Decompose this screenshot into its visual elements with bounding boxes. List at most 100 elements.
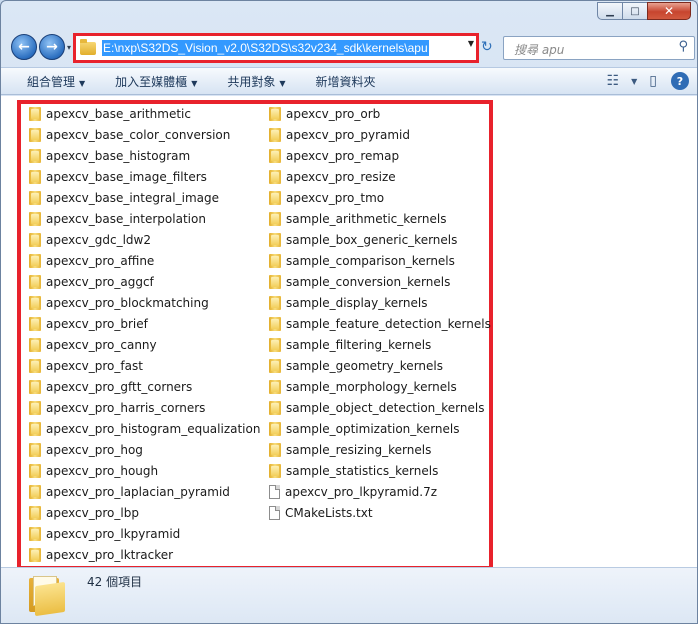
arrow-right-icon: → [46, 39, 58, 55]
explorer-window: ▁ □ ✕ ← → ▾ E:\nxp\S32DS_Vision_v2.0\S32… [0, 0, 698, 624]
file-list-item[interactable]: apexcv_pro_hog [29, 439, 260, 460]
file-list-item[interactable]: sample_morphology_kernels [269, 376, 491, 397]
folder-icon [269, 169, 281, 184]
forward-button[interactable]: → [39, 34, 65, 60]
file-name: sample_comparison_kernels [286, 253, 455, 268]
folder-icon [29, 295, 41, 310]
file-list-item[interactable]: apexcv_pro_aggcf [29, 271, 260, 292]
folder-icon [29, 358, 41, 373]
file-list-item[interactable]: sample_conversion_kernels [269, 271, 491, 292]
file-name: apexcv_pro_hog [46, 442, 143, 457]
file-list-item[interactable]: apexcv_pro_lktracker [29, 544, 260, 565]
folder-icon [29, 274, 41, 289]
file-list-item[interactable]: sample_object_detection_kernels [269, 397, 491, 418]
file-name: apexcv_pro_fast [46, 358, 143, 373]
view-options-icon[interactable]: ☷ [607, 73, 620, 89]
folder-icon [29, 316, 41, 331]
refresh-icon[interactable]: ↻ [481, 39, 493, 55]
chevron-down-icon[interactable]: ▼ [631, 77, 637, 86]
file-list-item[interactable]: apexcv_pro_gftt_corners [29, 376, 260, 397]
folder-icon [269, 253, 281, 268]
file-list-item[interactable]: apexcv_pro_pyramid [269, 124, 491, 145]
file-list-item[interactable]: apexcv_pro_resize [269, 166, 491, 187]
file-list-item[interactable]: apexcv_pro_histogram_equalization [29, 418, 260, 439]
file-list-item[interactable]: apexcv_base_histogram [29, 145, 260, 166]
address-dropdown-icon[interactable]: ▼ [468, 39, 474, 48]
back-button[interactable]: ← [11, 34, 37, 60]
file-name: sample_feature_detection_kernels [286, 316, 491, 331]
file-list-item[interactable]: apexcv_pro_brief [29, 313, 260, 334]
file-list-item[interactable]: apexcv_gdc_ldw2 [29, 229, 260, 250]
file-list-item[interactable]: apexcv_pro_blockmatching [29, 292, 260, 313]
file-list-item[interactable]: apexcv_base_arithmetic [29, 103, 260, 124]
file-name: apexcv_base_integral_image [46, 190, 219, 205]
file-name: sample_box_generic_kernels [286, 232, 458, 247]
arrow-left-icon: ← [18, 39, 30, 55]
share-with-menu[interactable]: 共用對象 ▼ [227, 73, 285, 90]
folder-icon [29, 442, 41, 457]
chevron-down-icon: ▼ [79, 78, 86, 88]
folder-icon [29, 484, 41, 499]
folder-icon [269, 463, 281, 478]
folder-icon [269, 400, 281, 415]
folder-icon [269, 379, 281, 394]
folder-icon [269, 442, 281, 457]
file-list-item[interactable]: sample_optimization_kernels [269, 418, 491, 439]
file-list-item[interactable]: sample_filtering_kernels [269, 334, 491, 355]
add-to-library-menu[interactable]: 加入至媒體櫃 ▼ [115, 73, 197, 90]
file-list-item[interactable]: apexcv_pro_canny [29, 334, 260, 355]
folder-icon [29, 505, 41, 520]
file-list-item[interactable]: apexcv_base_interpolation [29, 208, 260, 229]
file-list-item[interactable]: apexcv_pro_affine [29, 250, 260, 271]
details-pane: 42 個項目 [1, 567, 697, 623]
organize-menu[interactable]: 組合管理 ▼ [27, 73, 85, 90]
file-name: sample_statistics_kernels [286, 463, 439, 478]
address-bar[interactable]: E:\nxp\S32DS_Vision_v2.0\S32DS\s32v234_s… [73, 33, 479, 63]
search-icon[interactable]: ⚲ [678, 39, 688, 54]
file-name: sample_filtering_kernels [286, 337, 432, 352]
file-list-item[interactable]: sample_geometry_kernels [269, 355, 491, 376]
file-list-item[interactable]: apexcv_pro_tmo [269, 187, 491, 208]
preview-pane-icon[interactable]: ▯ [649, 73, 657, 89]
file-list-item[interactable]: sample_statistics_kernels [269, 460, 491, 481]
close-button[interactable]: ✕ [647, 2, 691, 20]
file-list-item[interactable]: apexcv_base_color_conversion [29, 124, 260, 145]
file-name: apexcv_pro_blockmatching [46, 295, 209, 310]
file-name: apexcv_pro_laplacian_pyramid [46, 484, 230, 499]
folder-icon [269, 316, 281, 331]
folder-icon [29, 421, 41, 436]
folder-icon [80, 38, 96, 55]
file-list-item[interactable]: apexcv_pro_lkpyramid [29, 523, 260, 544]
file-list-item[interactable]: sample_display_kernels [269, 292, 491, 313]
file-name: apexcv_gdc_ldw2 [46, 232, 151, 247]
address-text[interactable]: E:\nxp\S32DS_Vision_v2.0\S32DS\s32v234_s… [102, 40, 429, 56]
file-list-item[interactable]: sample_comparison_kernels [269, 250, 491, 271]
file-list-item[interactable]: apexcv_pro_lkpyramid.7z [269, 481, 491, 502]
folder-icon [269, 190, 281, 205]
file-list-item[interactable]: apexcv_pro_orb [269, 103, 491, 124]
file-list-item[interactable]: sample_box_generic_kernels [269, 229, 491, 250]
file-list-item[interactable]: apexcv_pro_fast [29, 355, 260, 376]
minimize-button[interactable]: ▁ [597, 2, 623, 20]
file-list-item[interactable]: apexcv_pro_remap [269, 145, 491, 166]
command-bar: 組合管理 ▼ 加入至媒體櫃 ▼ 共用對象 ▼ 新增資料夾 ☷ ▼ ▯ ? [1, 67, 697, 95]
help-icon[interactable]: ? [671, 72, 689, 90]
file-list-item[interactable]: sample_feature_detection_kernels [269, 313, 491, 334]
file-list-item[interactable]: sample_arithmetic_kernels [269, 208, 491, 229]
file-list-item[interactable]: CMakeLists.txt [269, 502, 491, 523]
search-placeholder: 搜尋 apu [514, 43, 565, 57]
file-name: CMakeLists.txt [285, 505, 373, 520]
folder-icon [269, 127, 281, 142]
file-name: apexcv_pro_resize [286, 169, 396, 184]
file-list-item[interactable]: apexcv_base_integral_image [29, 187, 260, 208]
file-list-item[interactable]: apexcv_pro_lbp [29, 502, 260, 523]
new-folder-button[interactable]: 新增資料夾 [316, 73, 376, 90]
recent-pages-dropdown[interactable]: ▾ [67, 43, 71, 52]
search-input[interactable]: 搜尋 apu ⚲ [503, 36, 695, 60]
maximize-button[interactable]: □ [622, 2, 648, 20]
file-list-item[interactable]: apexcv_pro_harris_corners [29, 397, 260, 418]
file-list-item[interactable]: apexcv_pro_hough [29, 460, 260, 481]
file-list-item[interactable]: apexcv_pro_laplacian_pyramid [29, 481, 260, 502]
file-list-item[interactable]: sample_resizing_kernels [269, 439, 491, 460]
file-list-item[interactable]: apexcv_base_image_filters [29, 166, 260, 187]
